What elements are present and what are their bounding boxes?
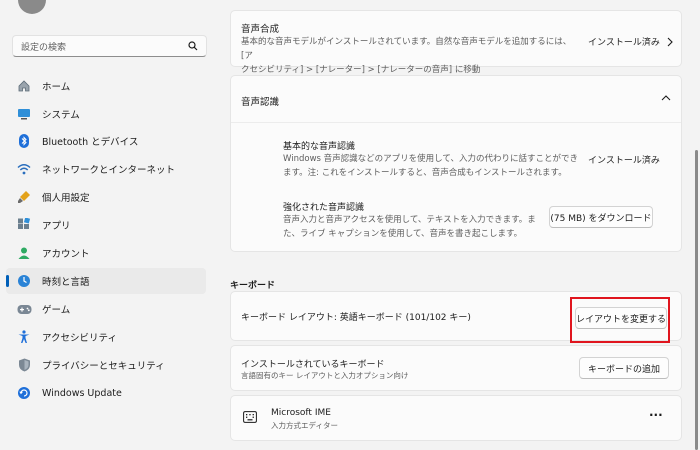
time-language-icon xyxy=(16,273,32,289)
update-icon xyxy=(16,385,32,401)
bluetooth-icon xyxy=(16,133,32,149)
speech-synthesis-title: 音声合成 xyxy=(241,24,280,35)
sidebar-item-bluetooth[interactable]: Bluetooth とデバイス xyxy=(6,128,206,154)
description-line: Windows 音声認識などのアプリを使用して、入力の代わりに話すことができ xyxy=(283,154,578,164)
sidebar-item-apps[interactable]: アプリ xyxy=(6,212,206,238)
ime-card: Microsoft IME 入力方式エディター ··· xyxy=(230,395,682,441)
search-box[interactable]: 設定の検索 xyxy=(12,35,207,57)
sidebar: 設定の検索 ホーム システム Bluetooth とデバイス ネットワークとイン… xyxy=(0,0,220,450)
sidebar-item-label: ゲーム xyxy=(42,305,71,316)
sidebar-item-personalization[interactable]: 個人用設定 xyxy=(6,184,206,210)
wifi-icon xyxy=(16,161,32,177)
sidebar-item-label: Windows Update xyxy=(42,387,122,399)
chevron-up-icon[interactable] xyxy=(661,95,671,101)
sidebar-item-system[interactable]: システム xyxy=(6,101,206,127)
sidebar-item-time-language[interactable]: 時刻と言語 xyxy=(6,268,206,294)
basic-speech-recognition-title: 基本的な音声認識 xyxy=(283,142,356,152)
accessibility-icon xyxy=(16,329,32,345)
divider xyxy=(231,122,681,123)
brush-icon xyxy=(16,189,32,205)
home-icon xyxy=(16,78,32,94)
sidebar-item-network[interactable]: ネットワークとインターネット xyxy=(6,156,206,182)
installed-status: インストール済み xyxy=(588,38,660,48)
installed-status: インストール済み xyxy=(588,156,660,166)
sidebar-item-accounts[interactable]: アカウント xyxy=(6,240,206,266)
enhanced-speech-recognition-description: 音声入力と音声アクセスを使用して、テキストを入力できます。ま た、ライブ キャプ… xyxy=(283,213,573,241)
sidebar-item-label: アクセシビリティ xyxy=(42,333,117,344)
add-keyboard-button[interactable]: キーボードの追加 xyxy=(579,357,669,379)
sidebar-item-label: 個人用設定 xyxy=(42,193,90,204)
sidebar-item-label: プライバシーとセキュリティ xyxy=(42,361,165,372)
installed-keyboards-card: インストールされているキーボード 言語固有のキー レイアウトと入力オプション向け… xyxy=(230,345,682,391)
sidebar-item-gaming[interactable]: ゲーム xyxy=(6,296,206,322)
system-icon xyxy=(16,106,32,122)
apps-icon xyxy=(16,217,32,233)
sidebar-item-accessibility[interactable]: アクセシビリティ xyxy=(6,324,206,350)
sidebar-item-label: 時刻と言語 xyxy=(42,277,90,288)
sidebar-item-label: ホーム xyxy=(42,82,71,93)
speech-recognition-header[interactable]: 音声認識 xyxy=(231,76,681,122)
speech-synthesis-description: 基本的な音声モデルがインストールされています。自然な音声モデルを追加するには、[… xyxy=(241,35,581,77)
speech-recognition-title: 音声認識 xyxy=(241,97,280,108)
search-icon[interactable] xyxy=(188,41,198,51)
chevron-right-icon[interactable] xyxy=(667,37,673,47)
download-button[interactable]: (75 MB) をダウンロード xyxy=(549,206,653,228)
installed-keyboards-description: 言語固有のキー レイアウトと入力オプション向け xyxy=(241,371,409,380)
more-options-button[interactable]: ··· xyxy=(649,408,663,422)
sidebar-item-label: ネットワークとインターネット xyxy=(42,165,176,176)
gamepad-icon xyxy=(16,301,32,317)
ime-subtitle: 入力方式エディター xyxy=(271,421,338,430)
highlight-box xyxy=(570,297,670,343)
description-line: 音声入力と音声アクセスを使用して、テキストを入力できます。ま xyxy=(283,215,536,225)
search-input[interactable]: 設定の検索 xyxy=(21,40,188,53)
keyboard-layout-label: キーボード レイアウト: 英語キーボード (101/102 キー) xyxy=(241,313,471,323)
account-icon xyxy=(16,245,32,261)
shield-icon xyxy=(16,357,32,373)
sidebar-item-label: システム xyxy=(42,110,80,121)
speech-recognition-card: 音声認識 基本的な音声認識 Windows 音声認識などのアプリを使用して、入力… xyxy=(230,75,682,252)
keyboard-icon xyxy=(243,411,257,423)
sidebar-item-home[interactable]: ホーム xyxy=(6,73,206,99)
description-line: ます。注: これをインストールすると、音声合成もインストールされます。 xyxy=(283,168,567,178)
sidebar-item-label: Bluetooth とデバイス xyxy=(42,137,139,148)
sidebar-item-privacy[interactable]: プライバシーとセキュリティ xyxy=(6,352,206,378)
speech-synthesis-card[interactable]: 音声合成 基本的な音声モデルがインストールされています。自然な音声モデルを追加す… xyxy=(230,10,682,75)
enhanced-speech-recognition-title: 強化された音声認識 xyxy=(283,203,365,213)
avatar[interactable] xyxy=(18,0,46,14)
sidebar-item-label: アプリ xyxy=(42,221,71,232)
scrollbar[interactable] xyxy=(695,150,698,450)
sidebar-item-windows-update[interactable]: Windows Update xyxy=(6,380,206,406)
description-line: た、ライブ キャプションを使用して、音声を書き起こします。 xyxy=(283,229,523,239)
basic-speech-recognition-description: Windows 音声認識などのアプリを使用して、入力の代わりに話すことができ ま… xyxy=(283,152,583,180)
description-line: 基本的な音声モデルがインストールされています。自然な音声モデルを追加するには、[… xyxy=(241,37,572,61)
keyboard-section-heading: キーボード xyxy=(230,281,276,291)
sidebar-item-label: アカウント xyxy=(42,249,90,260)
ime-title: Microsoft IME xyxy=(271,408,331,418)
